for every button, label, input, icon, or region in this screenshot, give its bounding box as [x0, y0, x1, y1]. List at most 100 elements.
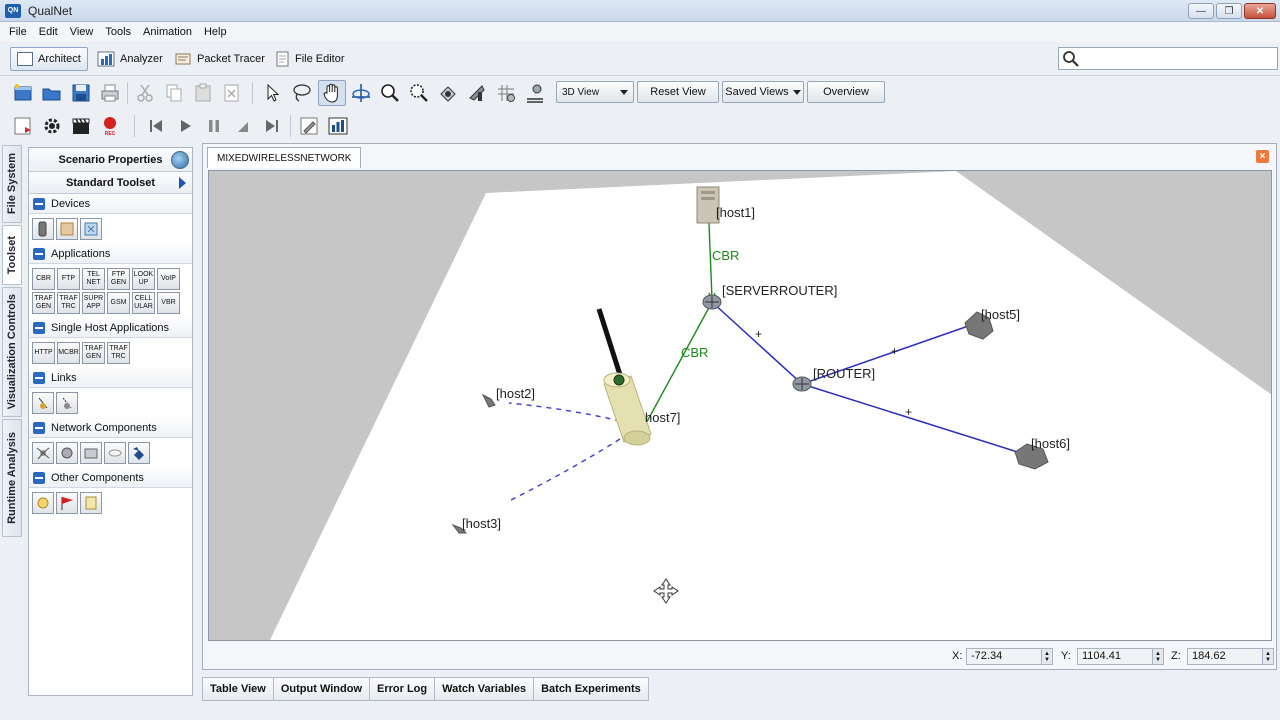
minimize-button[interactable]: —	[1188, 3, 1214, 19]
toolset-selector[interactable]: Standard Toolset	[29, 172, 192, 194]
menu-view[interactable]: View	[64, 26, 100, 38]
z-spinner[interactable]: ▲ ▼	[1262, 648, 1274, 665]
collapse-icon[interactable]	[33, 371, 45, 384]
category-single-host-applications[interactable]: Single Host Applications	[29, 318, 192, 338]
scenario-properties-header[interactable]: Scenario Properties	[29, 148, 192, 172]
save-icon[interactable]	[70, 82, 92, 104]
tab-watch-variables[interactable]: Watch Variables	[435, 677, 535, 701]
wireless-network-button[interactable]	[104, 442, 126, 464]
new-scenario-icon[interactable]	[12, 82, 34, 104]
view-mode-select[interactable]: 3D View	[556, 81, 634, 103]
app-voip-button[interactable]: VoIP	[157, 268, 180, 290]
wireless-link-button[interactable]	[56, 392, 78, 414]
app-ftp-gen-button[interactable]: FTP GEN	[107, 268, 130, 290]
maximize-button[interactable]: ❐	[1216, 3, 1242, 19]
search-input[interactable]	[1058, 47, 1278, 70]
tab-table-view[interactable]: Table View	[202, 677, 274, 701]
app-vbr-button[interactable]: VBR	[157, 292, 180, 314]
globe-icon[interactable]	[171, 151, 189, 169]
zoom-region-icon[interactable]	[408, 82, 430, 104]
hub-button[interactable]	[32, 442, 54, 464]
close-icon[interactable]: ×	[1256, 150, 1269, 163]
clapperboard-icon[interactable]	[70, 115, 92, 137]
analyzer-perspective-button[interactable]: Analyzer	[90, 47, 170, 71]
file-editor-perspective-button[interactable]: File Editor	[267, 47, 352, 71]
menu-edit[interactable]: Edit	[33, 26, 64, 38]
copy-icon[interactable]	[163, 82, 185, 104]
pause-icon[interactable]	[203, 115, 225, 137]
open-folder-icon[interactable]	[41, 82, 63, 104]
tab-visualization-controls[interactable]: Visualization Controls	[2, 287, 22, 417]
app-traf-gen-button[interactable]: TRAF GEN	[32, 292, 55, 314]
tab-error-log[interactable]: Error Log	[370, 677, 436, 701]
satellite-button[interactable]	[128, 442, 150, 464]
hand-pan-icon[interactable]	[321, 82, 343, 104]
tab-batch-experiments[interactable]: Batch Experiments	[534, 677, 649, 701]
orbit-view-icon[interactable]	[437, 82, 459, 104]
device-group-button[interactable]	[56, 218, 78, 240]
statistics-chart-icon[interactable]	[327, 115, 349, 137]
tab-output-window[interactable]: Output Window	[273, 677, 370, 701]
tab-runtime-analysis[interactable]: Runtime Analysis	[2, 419, 22, 537]
skip-back-icon[interactable]	[145, 115, 167, 137]
category-links[interactable]: Links	[29, 368, 192, 388]
app-ftp-button[interactable]: FTP	[57, 268, 80, 290]
note-button[interactable]	[80, 492, 102, 514]
edit-properties-icon[interactable]	[298, 115, 320, 137]
tab-toolset[interactable]: Toolset	[2, 225, 22, 285]
fly-view-icon[interactable]	[466, 82, 488, 104]
scenario-canvas[interactable]: CBR CBR + + + [host1] [SERVERROUTER] [RO…	[208, 170, 1272, 641]
app-cellular-button[interactable]: CELL ULAR	[132, 292, 155, 314]
router-button[interactable]	[80, 442, 102, 464]
close-window-button[interactable]: ✕	[1244, 3, 1276, 19]
architect-perspective-button[interactable]: Architect	[10, 47, 88, 71]
flag-button[interactable]	[56, 492, 78, 514]
cut-icon[interactable]	[134, 82, 156, 104]
collapse-icon[interactable]	[33, 421, 45, 434]
print-icon[interactable]	[99, 82, 121, 104]
category-devices[interactable]: Devices	[29, 194, 192, 214]
menu-file[interactable]: File	[3, 26, 33, 38]
y-coordinate-field[interactable]: 1104.41	[1077, 648, 1157, 665]
category-applications[interactable]: Applications	[29, 244, 192, 264]
menu-animation[interactable]: Animation	[137, 26, 198, 38]
category-network-components[interactable]: Network Components	[29, 418, 192, 438]
topology-settings-icon[interactable]	[524, 82, 546, 104]
delete-icon[interactable]	[221, 82, 243, 104]
app-lookup-button[interactable]: LOOK UP	[132, 268, 155, 290]
app-traf-trc-button[interactable]: TRAF TRC	[57, 292, 80, 314]
z-coordinate-field[interactable]: 184.62	[1187, 648, 1267, 665]
app-cbr-button[interactable]: CBR	[32, 268, 55, 290]
menu-tools[interactable]: Tools	[99, 26, 137, 38]
x-coordinate-field[interactable]: -72.34	[966, 648, 1046, 665]
menu-help[interactable]: Help	[198, 26, 233, 38]
reset-view-button[interactable]: Reset View	[637, 81, 719, 103]
app-single-traf-gen-button[interactable]: TRAF GEN	[82, 342, 105, 364]
skip-forward-icon[interactable]	[261, 115, 283, 137]
weather-button[interactable]	[32, 492, 54, 514]
settings-gear-icon[interactable]	[41, 115, 63, 137]
x-spinner[interactable]: ▲ ▼	[1041, 648, 1053, 665]
app-telnet-button[interactable]: TEL NET	[82, 268, 105, 290]
grid-settings-icon[interactable]	[495, 82, 517, 104]
select-arrow-icon[interactable]	[262, 82, 284, 104]
record-icon[interactable]: REC	[99, 115, 121, 137]
overview-button[interactable]: Overview	[807, 81, 885, 103]
collapse-icon[interactable]	[33, 197, 45, 210]
app-supr-app-button[interactable]: SUPR APP	[82, 292, 105, 314]
collapse-icon[interactable]	[33, 471, 45, 484]
zoom-icon[interactable]	[379, 82, 401, 104]
tab-mixedwirelessnetwork[interactable]: MIXEDWIRELESSNETWORK	[207, 147, 362, 168]
switch-button[interactable]	[56, 442, 78, 464]
collapse-icon[interactable]	[33, 247, 45, 260]
device-hierarchy-button[interactable]	[80, 218, 102, 240]
app-gsm-button[interactable]: GSM	[107, 292, 130, 314]
packet-tracer-perspective-button[interactable]: Packet Tracer	[167, 47, 272, 71]
rotate-3d-icon[interactable]	[350, 82, 372, 104]
stop-icon[interactable]	[232, 115, 254, 137]
app-mcbr-button[interactable]: MCBR	[57, 342, 80, 364]
lasso-icon[interactable]	[291, 82, 313, 104]
collapse-icon[interactable]	[33, 321, 45, 334]
saved-views-button[interactable]: Saved Views	[722, 81, 804, 103]
category-other-components[interactable]: Other Components	[29, 468, 192, 488]
